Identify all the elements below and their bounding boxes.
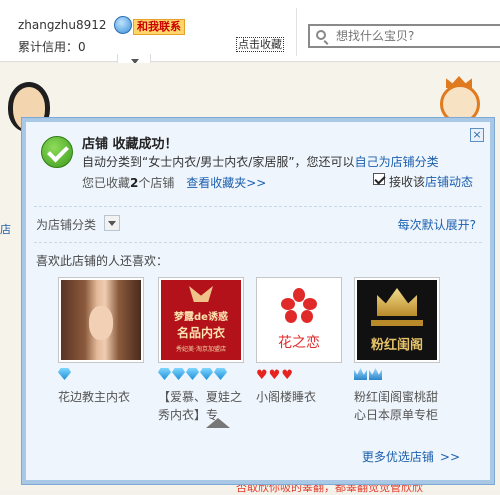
logo-title: 梦露de诱惑 — [174, 312, 228, 323]
shop-name[interactable]: 小阁楼睡衣 — [256, 388, 346, 406]
shop-rating — [158, 368, 248, 382]
model-photo — [61, 280, 141, 360]
auto-category: “女士内衣/男士内衣/家居服” — [142, 155, 295, 169]
seller-name[interactable]: zhangzhu8912 — [18, 18, 107, 32]
count-suffix: 个店铺 — [138, 176, 175, 190]
flower-icon — [281, 288, 317, 324]
recommended-shop[interactable]: 花边教主内衣 — [58, 277, 148, 406]
shop-thumbnail[interactable]: 粉红闺阁 — [354, 277, 440, 363]
auto-middle: ，您还可以 — [294, 155, 355, 169]
close-icon[interactable]: × — [470, 128, 484, 142]
shop-logo: 花之恋 — [259, 280, 339, 360]
view-favorites-arrow: >> — [246, 176, 267, 190]
diamond-icon — [214, 368, 227, 380]
diamond-icon — [186, 368, 199, 380]
shop-logo: 梦露de诱惑 名品内衣 秀妃美·淘京加盟店 — [161, 280, 241, 360]
shop-logo: 粉红闺阁 — [357, 280, 437, 360]
butterfly-icon — [189, 286, 213, 302]
more-shops-link[interactable]: 更多优选店铺 >> — [362, 448, 460, 465]
diamond-icon — [58, 368, 71, 380]
category-label: 为店铺分类 — [36, 218, 97, 232]
receive-updates-label[interactable]: 接收该店铺动态 — [389, 173, 473, 190]
logo-title: 花之恋 — [278, 335, 320, 351]
divider — [34, 206, 482, 207]
diamond-icon — [158, 368, 171, 380]
success-check-icon — [41, 136, 73, 168]
shop-rating — [354, 368, 444, 382]
view-favorites-link[interactable]: 查看收藏夹>> — [186, 176, 266, 190]
heart-icon: ♥ — [268, 368, 281, 383]
receive-updates-checkbox[interactable] — [373, 173, 385, 185]
crown-logo-icon — [377, 288, 417, 316]
more-shops-arrow: >> — [439, 450, 460, 464]
credit-score: 累计信用：0 — [18, 40, 86, 54]
diamond-icon — [200, 368, 213, 380]
crown-icon — [369, 368, 382, 380]
favorites-count-line: 您已收藏2个店铺 查看收藏夹>> — [82, 174, 266, 191]
divider — [34, 242, 482, 243]
diamond-icon — [172, 368, 185, 380]
count-prefix: 您已收藏 — [82, 176, 131, 190]
header-divider — [296, 8, 297, 56]
shop-name[interactable]: 粉红闺阁蜜桃甜心日本原单专柜 — [354, 388, 444, 424]
logo-subtitle: 秀妃美·淘京加盟店 — [176, 346, 226, 353]
success-title: 店铺 收藏成功！ — [82, 137, 178, 152]
shop-thumbnail[interactable] — [58, 277, 144, 363]
shop-rating — [58, 368, 148, 382]
auto-category-line: 自动分类到“女士内衣/男士内衣/家居服”，您还可以自己为店铺分类 — [82, 153, 439, 170]
face-shape — [89, 306, 113, 340]
favorite-success-dialog: × 店铺 收藏成功！ 自动分类到“女士内衣/男士内衣/家居服”，您还可以自己为店… — [22, 118, 494, 484]
custom-category-link[interactable]: 自己为店铺分类 — [355, 155, 439, 169]
shop-thumbnail[interactable]: 梦露de诱惑 名品内衣 秀妃美·淘京加盟店 — [158, 277, 244, 363]
logo-title: 粉红闺阁 — [370, 338, 423, 353]
recommended-shop[interactable]: 花之恋 ♥♥♥ 小阁楼睡衣 — [256, 277, 346, 406]
shop-name[interactable]: 花边教主内衣 — [58, 388, 148, 406]
search-box[interactable] — [308, 24, 500, 48]
background-side-text: 店 — [0, 223, 11, 236]
category-dropdown[interactable] — [104, 215, 120, 231]
favorite-store-button[interactable]: 点击收藏 — [236, 37, 284, 52]
wangwang-icon[interactable] — [114, 16, 132, 34]
crown-icon — [354, 368, 367, 380]
collapse-arrow-icon[interactable] — [206, 418, 230, 428]
search-icon[interactable] — [316, 30, 326, 40]
view-favorites-label: 查看收藏夹 — [186, 176, 247, 190]
logo-title-2: 名品内衣 — [176, 326, 225, 340]
contact-seller-button[interactable]: 和我联系 — [133, 19, 185, 35]
recommended-shop[interactable]: 粉红闺阁 粉红闺阁蜜桃甜心日本原单专柜 — [354, 277, 444, 424]
store-header: zhangzhu8912 和我联系 累计信用：0 点击收藏 — [0, 0, 500, 62]
shop-rating: ♥♥♥ — [256, 368, 346, 382]
heart-icon: ♥ — [256, 368, 268, 383]
default-expand-link[interactable]: 每次默认展开? — [398, 216, 476, 233]
shop-thumbnail[interactable]: 花之恋 — [256, 277, 342, 363]
receive-prefix: 接收该 — [389, 175, 426, 189]
heart-icon: ♥ — [281, 368, 293, 383]
more-shops-label: 更多优选店铺 — [361, 450, 434, 464]
store-updates-link[interactable]: 店铺动态 — [425, 175, 473, 189]
shop-name[interactable]: 【爱慕、夏娃之秀内衣】专 — [158, 388, 248, 424]
recommended-shop[interactable]: 梦露de诱惑 名品内衣 秀妃美·淘京加盟店 【爱慕、夏娃之秀内衣】专 — [158, 277, 248, 424]
auto-prefix: 自动分类到 — [82, 155, 143, 169]
search-input[interactable] — [336, 27, 496, 45]
also-like-heading: 喜欢此店铺的人还喜欢： — [36, 254, 169, 268]
